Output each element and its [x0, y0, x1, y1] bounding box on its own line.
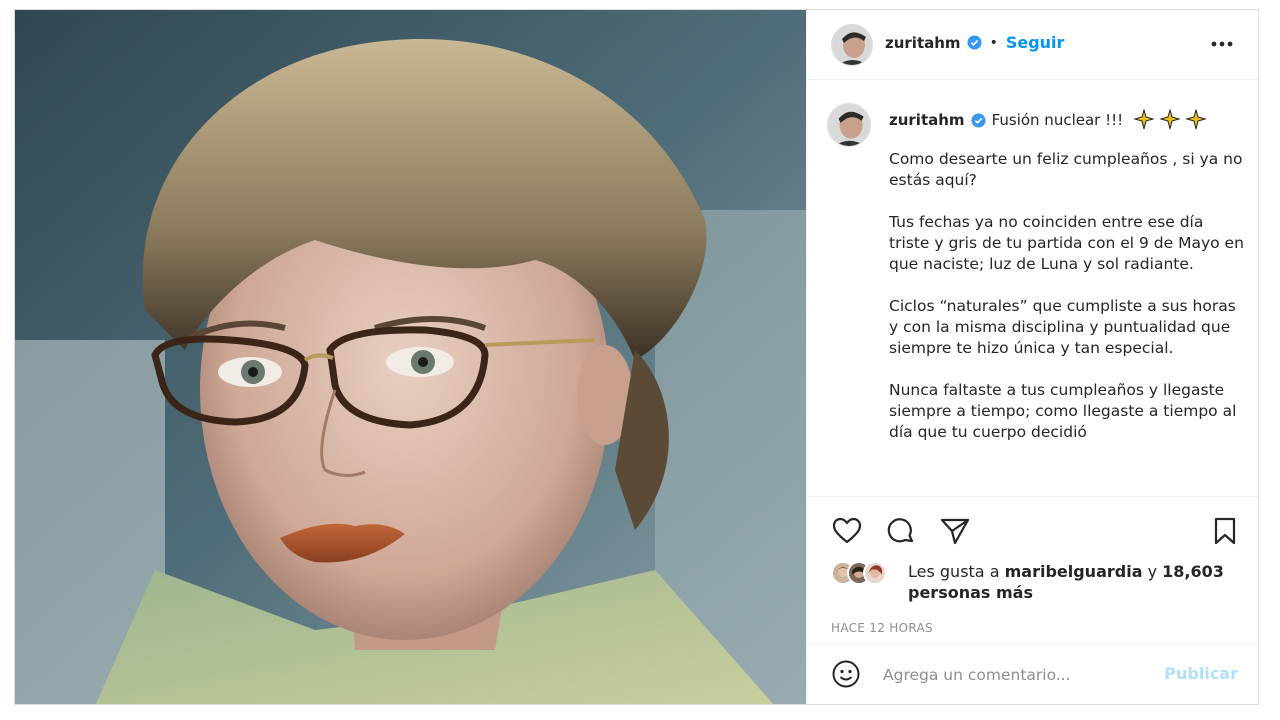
post-container: zuritahm • Seguir zuritahm Fusión nuclea… [14, 9, 1259, 705]
sparkle-emoji [1159, 109, 1181, 130]
heart-icon[interactable] [831, 515, 863, 547]
caption-paragraph: Como desearte un feliz cumpleaños , si y… [889, 150, 1243, 189]
publish-button[interactable]: Publicar [1164, 664, 1238, 683]
comment-bar: Publicar [807, 644, 1258, 704]
portrait-image [15, 10, 806, 704]
liker-avatars[interactable] [831, 561, 887, 585]
likes-prefix: Les gusta a [908, 562, 1000, 581]
post-header: zuritahm • Seguir [807, 10, 1258, 80]
verified-badge-icon [971, 112, 986, 128]
caption-author-avatar[interactable] [827, 103, 871, 147]
caption-header: zuritahm Fusión nuclear !!! [889, 109, 1207, 131]
comment-input[interactable] [883, 660, 1183, 690]
header-user: zuritahm • Seguir [885, 33, 1064, 52]
follow-button[interactable]: Seguir [1006, 33, 1065, 52]
caption-emojis [1133, 109, 1207, 131]
liker-username[interactable]: maribelguardia [1005, 562, 1143, 581]
caption-first-line: Fusión nuclear !!! [991, 111, 1124, 129]
post-timestamp[interactable]: HACE 12 HORAS [831, 621, 933, 635]
liker-avatar [863, 561, 887, 585]
author-username[interactable]: zuritahm [885, 34, 961, 52]
comment-icon[interactable] [885, 515, 917, 547]
likes-connector: y [1147, 562, 1158, 581]
smile-icon[interactable] [831, 659, 861, 689]
header-separator: • [989, 34, 998, 51]
verified-badge-icon [967, 35, 982, 50]
post-side-panel: zuritahm • Seguir zuritahm Fusión nuclea… [806, 10, 1258, 704]
caption-paragraph: Tus fechas ya no coinciden entre ese día… [889, 213, 1244, 273]
bookmark-icon[interactable] [1209, 515, 1241, 547]
more-horizontal-icon[interactable] [1208, 34, 1236, 54]
caption-paragraph: Ciclos “naturales” que cumpliste a sus h… [889, 297, 1236, 357]
sparkle-emoji [1133, 109, 1155, 130]
caption-section: zuritahm Fusión nuclear !!! Como deseart… [807, 81, 1258, 496]
likes-text: Les gusta a maribelguardia y 18,603 pers… [908, 561, 1248, 603]
author-avatar[interactable] [831, 24, 873, 66]
caption-username[interactable]: zuritahm [889, 111, 965, 129]
caption-body: Como desearte un feliz cumpleaños , si y… [889, 149, 1244, 464]
caption-paragraph: Nunca faltaste a tus cumpleaños y llegas… [889, 381, 1237, 441]
paper-plane-icon[interactable] [939, 515, 971, 547]
action-bar [807, 496, 1258, 551]
post-photo[interactable] [15, 10, 806, 704]
sparkle-emoji [1185, 109, 1207, 130]
